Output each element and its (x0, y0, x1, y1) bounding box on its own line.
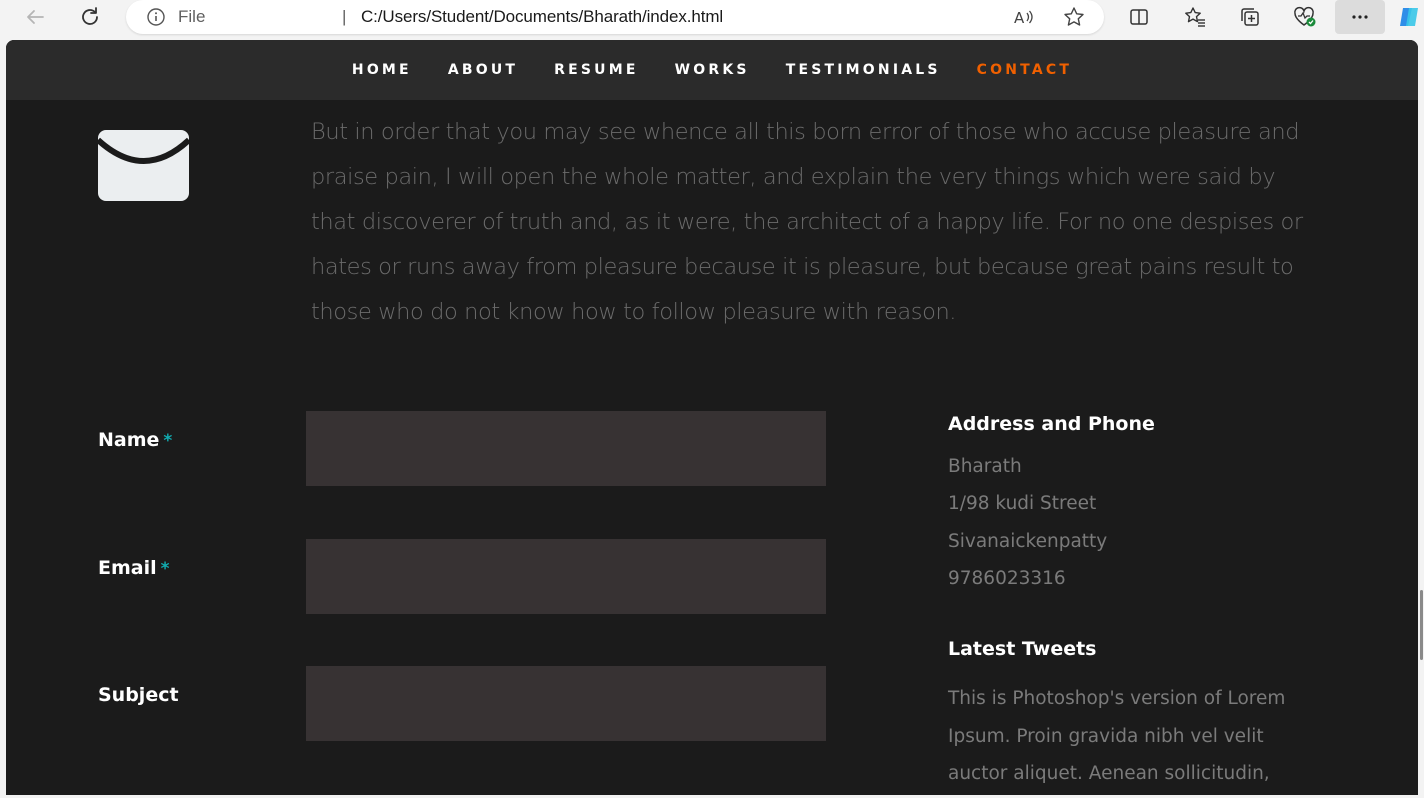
envelope-icon (95, 130, 192, 202)
email-input[interactable] (306, 539, 826, 614)
address-bar[interactable]: File | C:/Users/Student/Documents/Bharat… (126, 0, 1104, 34)
favorites-icon[interactable] (1178, 2, 1212, 32)
tweet-text: This is Photoshop's version of Lorem Ips… (948, 688, 1286, 784)
nav-about[interactable]: ABOUT (430, 62, 536, 78)
name-label-text: Name (98, 429, 160, 451)
required-mark: * (160, 559, 170, 579)
refresh-icon[interactable] (73, 2, 107, 32)
url-text[interactable]: C:/Users/Student/Documents/Bharath/index… (361, 7, 723, 27)
file-scheme-label: File (178, 7, 206, 26)
split-screen-icon[interactable] (1122, 2, 1156, 32)
scrollbar-thumb[interactable] (1420, 590, 1423, 660)
address-line: Sivanaickenpatty (948, 531, 1108, 552)
subject-input[interactable] (306, 666, 826, 741)
page-viewport: HOME ABOUT RESUME WORKS TESTIMONIALS CON… (6, 40, 1418, 795)
nav-works[interactable]: WORKS (657, 62, 768, 78)
email-label: Email * (98, 557, 170, 579)
collections-icon[interactable] (1233, 2, 1267, 32)
address-line: Bharath (948, 456, 1022, 477)
more-options-icon[interactable] (1335, 0, 1385, 34)
phone-line: 9786023316 (948, 568, 1066, 589)
name-label: Name * (98, 429, 172, 451)
nav-resume[interactable]: RESUME (536, 62, 657, 78)
browser-toolbar: File | C:/Users/Student/Documents/Bharat… (0, 0, 1424, 40)
info-icon[interactable] (146, 7, 166, 27)
main-nav: HOME ABOUT RESUME WORKS TESTIMONIALS CON… (6, 40, 1418, 100)
address-line: 1/98 kudi Street (948, 493, 1097, 514)
favorite-star-icon[interactable] (1057, 2, 1091, 32)
name-input[interactable] (306, 411, 826, 486)
nav-contact[interactable]: CONTACT (959, 62, 1090, 78)
contact-intro-text: But in order that you may see whence all… (311, 119, 1303, 325)
nav-home[interactable]: HOME (334, 62, 430, 78)
read-aloud-icon[interactable]: A (1006, 2, 1040, 32)
browser-essentials-icon[interactable] (1288, 2, 1322, 32)
back-icon[interactable] (18, 2, 52, 32)
email-label-text: Email (98, 557, 157, 579)
required-mark: * (163, 431, 173, 451)
page-scrollbar[interactable] (1418, 40, 1424, 798)
nav-testimonials[interactable]: TESTIMONIALS (768, 62, 959, 78)
tweets-title: Latest Tweets (948, 638, 1097, 660)
address-separator: | (342, 7, 347, 26)
address-title: Address and Phone (948, 413, 1155, 435)
subject-label: Subject (98, 684, 179, 706)
copilot-icon[interactable] (1394, 2, 1424, 32)
svg-text:A: A (1014, 9, 1025, 27)
